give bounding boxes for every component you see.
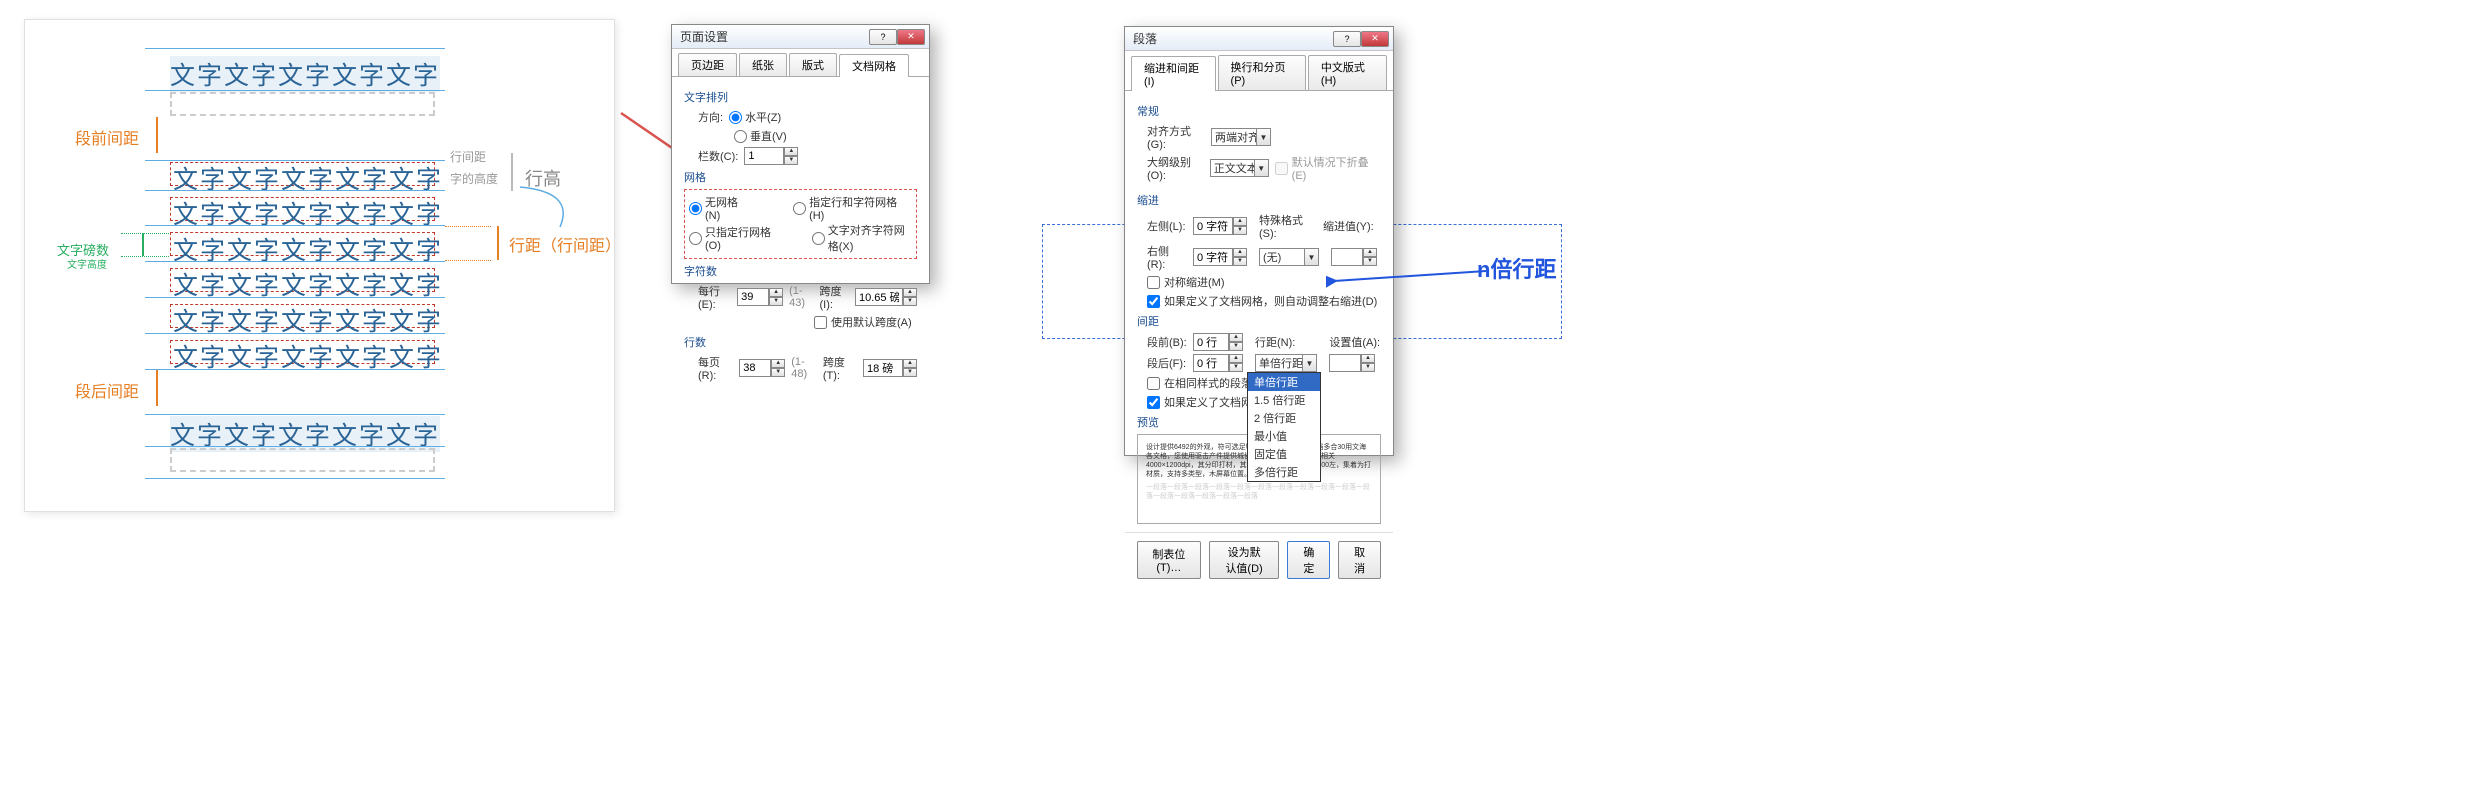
tab-indent[interactable]: 缩进和间距(I) bbox=[1131, 56, 1216, 91]
default-button[interactable]: 设为默认值(D) bbox=[1209, 541, 1280, 579]
radio-nogrid[interactable] bbox=[689, 202, 702, 215]
tab-linebreak[interactable]: 换行和分页(P) bbox=[1218, 55, 1306, 90]
dialog-titlebar: 段落 ? ✕ bbox=[1125, 27, 1393, 51]
paragraph-dialog: 段落 ? ✕ 缩进和间距(I) 换行和分页(P) 中文版式(H) 常规 对齐方式… bbox=[1124, 26, 1394, 456]
alignment-label: 对齐方式(G): bbox=[1147, 123, 1205, 151]
grid-highlight-box: 无网格(N) 指定行和字符网格(H) 只指定行网格(O) 文字对齐字符网格(X) bbox=[684, 189, 917, 259]
close-button[interactable]: ✕ bbox=[1361, 31, 1389, 47]
pitch-label: 跨度(I): bbox=[820, 283, 850, 311]
linepitch-label: 跨度(T): bbox=[823, 354, 857, 382]
section-general: 常规 bbox=[1137, 103, 1381, 119]
help-button[interactable]: ? bbox=[869, 29, 897, 45]
right-label: 右侧(R): bbox=[1147, 243, 1187, 271]
left-label: 左侧(L): bbox=[1147, 218, 1187, 234]
pitch-input[interactable] bbox=[855, 288, 903, 306]
tab-layout[interactable]: 版式 bbox=[789, 53, 837, 76]
tab-docgrid[interactable]: 文档网格 bbox=[839, 54, 909, 77]
sample-text-top: 文字文字文字文字文字 bbox=[170, 56, 440, 92]
default-pitch-checkbox[interactable] bbox=[814, 316, 827, 329]
radio-linechar[interactable] bbox=[793, 202, 806, 215]
dropdown-option[interactable]: 单倍行距 bbox=[1248, 373, 1320, 391]
direction-label: 方向: bbox=[698, 109, 723, 125]
perpage-range: (1-48) bbox=[791, 356, 817, 380]
mirror-checkbox[interactable] bbox=[1147, 276, 1160, 289]
ok-button[interactable]: 确定 bbox=[1287, 541, 1330, 579]
indentval-label: 缩进值(Y): bbox=[1323, 218, 1374, 234]
perpage-label: 每页(R): bbox=[698, 354, 733, 382]
blue-arrow-icon bbox=[1326, 261, 1496, 291]
line-spacing-combo[interactable]: 单倍行距▼ bbox=[1255, 354, 1317, 372]
line-spacing-label: 行距（行间距） bbox=[509, 232, 614, 256]
dropdown-option[interactable]: 2 倍行距 bbox=[1248, 409, 1320, 427]
section-grid: 网格 bbox=[684, 169, 917, 185]
fold-checkbox bbox=[1275, 162, 1288, 175]
perline-input[interactable] bbox=[737, 288, 769, 306]
after-label: 段后(F): bbox=[1147, 355, 1187, 371]
autoadjust-checkbox[interactable] bbox=[1147, 295, 1160, 308]
perline-label: 每行(E): bbox=[698, 283, 731, 311]
radio-charalign[interactable] bbox=[812, 232, 825, 245]
typography-diagram-panel: 文字文字文字文字文字 段前间距 文字文字文字文字文字 文字文字文字文字文字 文字… bbox=[24, 19, 615, 512]
close-button[interactable]: ✕ bbox=[897, 29, 925, 45]
gap-label: 行间距 bbox=[450, 148, 486, 165]
radio-vertical[interactable] bbox=[734, 130, 747, 143]
dialog-buttons: 制表位(T)… 设为默认值(D) 确定 取消 bbox=[1125, 532, 1393, 587]
radio-horizontal[interactable] bbox=[729, 111, 742, 124]
special-combo[interactable]: (无)▼ bbox=[1259, 248, 1319, 266]
perline-range: (1-43) bbox=[789, 285, 813, 309]
dialog-title: 页面设置 bbox=[676, 28, 869, 45]
tab-cjk[interactable]: 中文版式(H) bbox=[1308, 55, 1387, 90]
spin-down[interactable]: ▼ bbox=[784, 156, 798, 165]
setval-input[interactable] bbox=[1329, 354, 1361, 372]
right-input[interactable] bbox=[1193, 248, 1233, 266]
cancel-button[interactable]: 取消 bbox=[1338, 541, 1381, 579]
dialog-titlebar: 页面设置 ? ✕ bbox=[672, 25, 929, 49]
help-button[interactable]: ? bbox=[1333, 31, 1361, 47]
space-after-label: 段后间距 bbox=[75, 378, 139, 402]
alignment-combo[interactable]: 两端对齐▼ bbox=[1211, 128, 1271, 146]
after-input[interactable] bbox=[1193, 354, 1229, 372]
curve-arrow-icon bbox=[515, 182, 595, 232]
tabs: 页边距 纸张 版式 文档网格 bbox=[672, 49, 929, 77]
section-indent: 缩进 bbox=[1137, 192, 1381, 208]
outline-label: 大纲级别(O): bbox=[1147, 154, 1204, 182]
dialog-title: 段落 bbox=[1129, 30, 1333, 47]
dropdown-option[interactable]: 最小值 bbox=[1248, 427, 1320, 445]
font-height-label: 文字高度 bbox=[67, 256, 107, 271]
annotation-label: n倍行距 bbox=[1477, 252, 1556, 284]
dropdown-option[interactable]: 1.5 倍行距 bbox=[1248, 391, 1320, 409]
columns-input[interactable] bbox=[744, 147, 784, 165]
line-spacing-dropdown[interactable]: 单倍行距 1.5 倍行距 2 倍行距 最小值 固定值 多倍行距 bbox=[1247, 372, 1321, 482]
section-charcount: 字符数 bbox=[684, 263, 917, 279]
tab-margins[interactable]: 页边距 bbox=[678, 53, 737, 76]
special-label: 特殊格式(S): bbox=[1259, 212, 1317, 240]
linepitch-input[interactable] bbox=[863, 359, 903, 377]
left-input[interactable] bbox=[1193, 217, 1233, 235]
perpage-input[interactable] bbox=[739, 359, 771, 377]
page-setup-dialog: 页面设置 ? ✕ 页边距 纸张 版式 文档网格 文字排列 方向: 水平(Z) 垂… bbox=[671, 24, 930, 284]
before-input[interactable] bbox=[1193, 333, 1229, 351]
section-text-arrange: 文字排列 bbox=[684, 89, 917, 105]
dropdown-option[interactable]: 固定值 bbox=[1248, 445, 1320, 463]
tabstop-button[interactable]: 制表位(T)… bbox=[1137, 541, 1201, 579]
setval-label: 设置值(A): bbox=[1329, 334, 1380, 350]
radio-lineonly[interactable] bbox=[689, 232, 702, 245]
dropdown-option[interactable]: 多倍行距 bbox=[1248, 463, 1320, 481]
tab-paper[interactable]: 纸张 bbox=[739, 53, 787, 76]
spin-up[interactable]: ▲ bbox=[784, 147, 798, 156]
outline-combo[interactable]: 正文文本▼ bbox=[1210, 159, 1269, 177]
columns-label: 栏数(C): bbox=[698, 148, 738, 164]
ls-label: 行距(N): bbox=[1255, 334, 1295, 350]
nospace-checkbox[interactable] bbox=[1147, 377, 1160, 390]
space-before-label: 段前间距 bbox=[75, 125, 139, 149]
section-linecount: 行数 bbox=[684, 334, 917, 350]
char-height-label: 字的高度 bbox=[450, 170, 498, 187]
aligngrid-checkbox[interactable] bbox=[1147, 396, 1160, 409]
section-spacing: 间距 bbox=[1137, 313, 1381, 329]
before-label: 段前(B): bbox=[1147, 334, 1187, 350]
tabs: 缩进和间距(I) 换行和分页(P) 中文版式(H) bbox=[1125, 51, 1393, 91]
